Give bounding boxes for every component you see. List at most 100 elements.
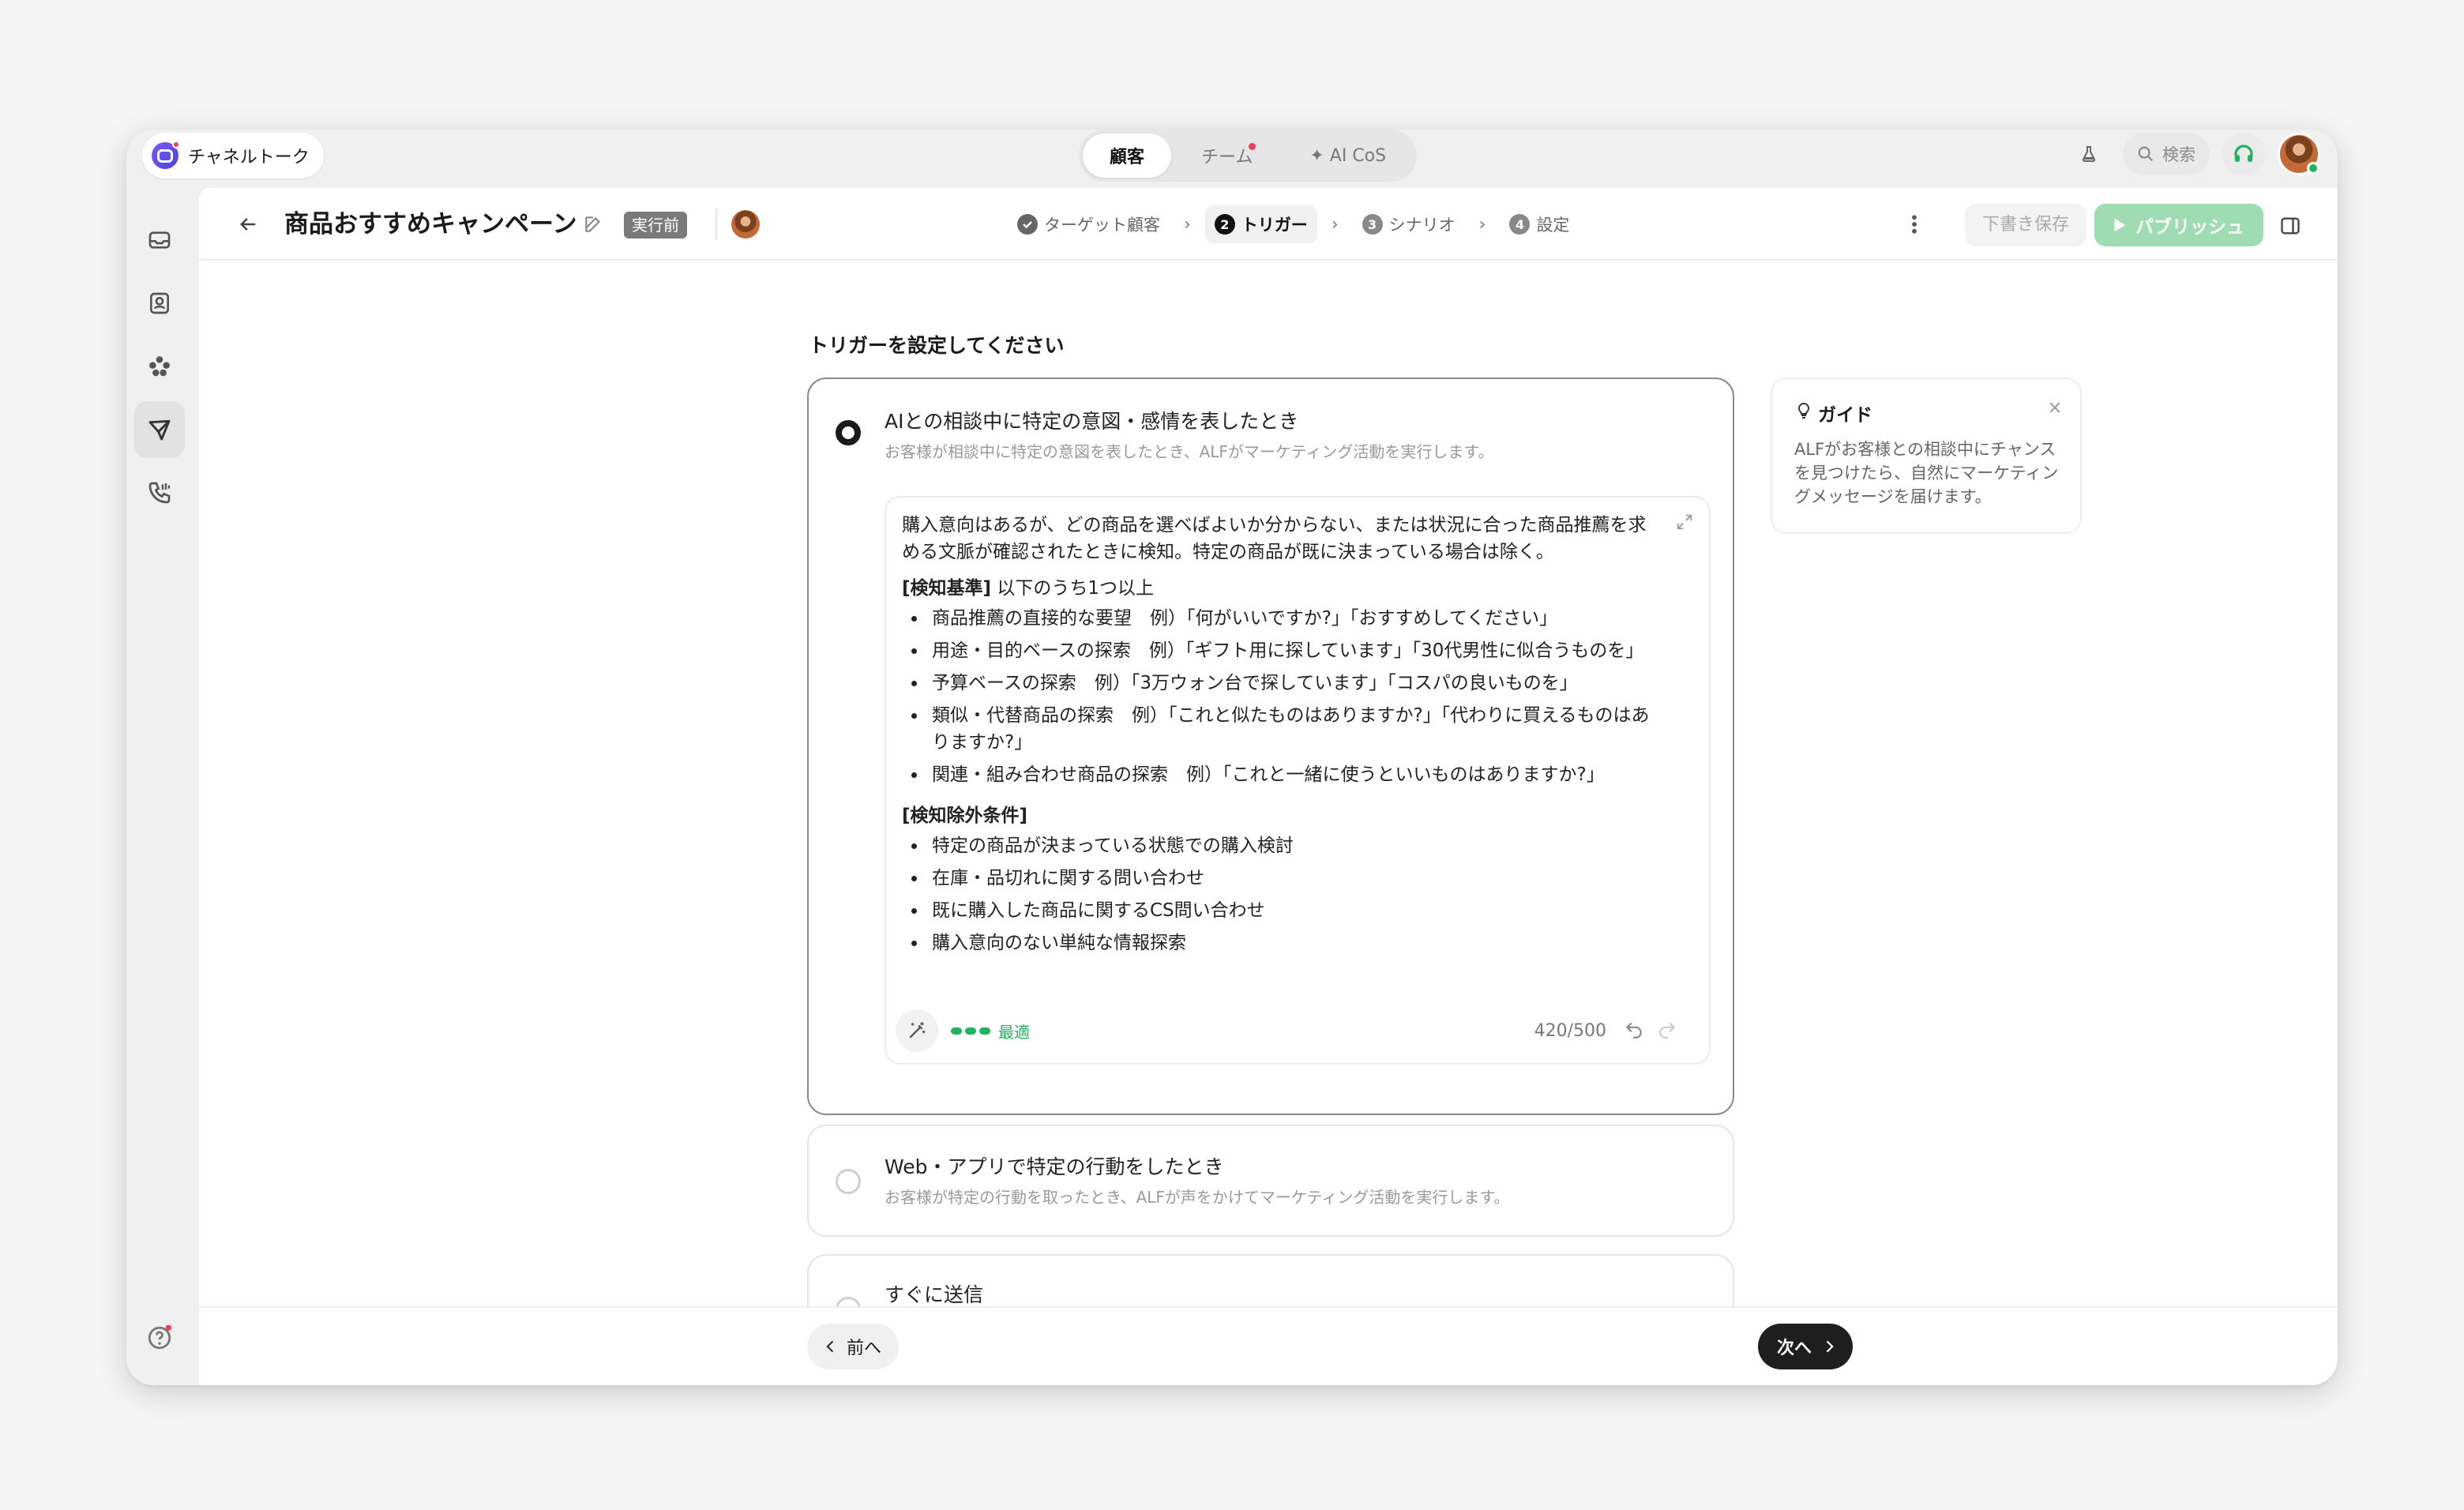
workspace-switcher[interactable]: チャネルトーク xyxy=(142,133,324,178)
view-switcher: 顧客 チーム ✦ AI CoS xyxy=(1079,130,1418,182)
close-guide-button[interactable] xyxy=(2047,400,2063,419)
list-item: 購入意向のない単純な情報探索 xyxy=(902,930,1660,956)
sidebar-item-inbox[interactable] xyxy=(134,212,185,269)
step-target-customers[interactable]: ターゲット顧客 xyxy=(1008,205,1170,243)
user-avatar[interactable] xyxy=(2278,133,2320,175)
step-number: 4 xyxy=(1509,214,1531,235)
publish-label: パブリッシュ xyxy=(2135,217,2244,238)
pencil-icon xyxy=(585,216,601,232)
quality-indicator xyxy=(951,1027,990,1035)
chevron-right-icon: › xyxy=(1184,214,1191,235)
exclusion-head: [検知除外条件] xyxy=(902,806,1028,826)
notification-dot xyxy=(172,141,180,148)
chevron-right-icon: › xyxy=(1331,214,1339,235)
step-label: 設定 xyxy=(1536,216,1570,235)
tab-team[interactable]: チーム xyxy=(1174,133,1279,178)
step-number: 2 xyxy=(1214,214,1235,235)
expand-button[interactable] xyxy=(1676,513,1693,534)
owner-avatar[interactable] xyxy=(731,210,760,239)
redo-icon xyxy=(1659,1022,1676,1039)
app-window: チャネルトーク 顧客 チーム ✦ AI CoS 検索 商品おすすめキャンペーン … xyxy=(126,130,2338,1385)
back-button[interactable] xyxy=(231,207,265,242)
radio-selected[interactable] xyxy=(836,420,861,445)
kebab-menu-icon xyxy=(1912,215,1917,234)
option-description: お客様が特定の行動を取ったとき、ALFが声をかけてマーケティング活動を実行します… xyxy=(885,1188,1510,1207)
guide-panel: ガイド ALFがお客様との相談中にチャンスを見つけたら、自然にマーケティングメッ… xyxy=(1771,378,2082,534)
publish-button[interactable]: パブリッシュ xyxy=(2094,204,2263,246)
step-label: トリガー xyxy=(1241,216,1308,235)
sidebar-item-calls[interactable] xyxy=(134,464,185,521)
toggle-side-panel-button[interactable] xyxy=(2274,210,2306,242)
magic-wand-icon xyxy=(909,1022,926,1039)
lab-flask-icon[interactable] xyxy=(2068,133,2110,175)
headset-icon[interactable] xyxy=(2222,133,2265,175)
sidebar-item-contacts[interactable] xyxy=(134,275,185,332)
lightbulb-icon xyxy=(1794,401,1813,423)
list-item: 在庫・品切れに関する問い合わせ xyxy=(902,865,1660,892)
channel-talk-logo-icon xyxy=(152,141,180,169)
tab-customers[interactable]: 顧客 xyxy=(1083,133,1172,178)
contacts-icon xyxy=(150,292,169,314)
step-number: 3 xyxy=(1362,214,1383,235)
tab-ai-cos-label: ✦ AI CoS xyxy=(1309,145,1387,166)
step-trigger[interactable]: 2 トリガー xyxy=(1204,205,1317,243)
redo-button[interactable] xyxy=(1657,1019,1677,1042)
step-label: ターゲット顧客 xyxy=(1044,216,1160,235)
list-item: 関連・組み合わせ商品の探索 例）「これと一緒に使うといいものはありますか?」 xyxy=(902,761,1660,788)
sidebar-item-settings[interactable] xyxy=(134,1373,185,1385)
previous-button[interactable]: 前へ xyxy=(807,1324,900,1369)
next-button[interactable]: 次へ xyxy=(1758,1324,1854,1369)
help-icon xyxy=(148,1324,172,1350)
option-title: AIとの相談中に特定の意図・感情を表したとき xyxy=(885,410,1299,433)
step-settings[interactable]: 4 設定 xyxy=(1500,205,1579,243)
phone-icon xyxy=(148,482,171,504)
page-title: 商品おすすめキャンペーン xyxy=(284,210,577,239)
char-count: 420/500 xyxy=(1534,1020,1606,1041)
sidebar-item-help[interactable] xyxy=(134,1309,185,1366)
top-bar: チャネルトーク 顧客 チーム ✦ AI CoS 検索 xyxy=(126,130,2338,188)
list-item: 類似・代替商品の探索 例）「これと似たものはありますか?」「代わりに買えるものは… xyxy=(902,702,1660,756)
save-draft-button[interactable]: 下書き保存 xyxy=(1965,204,2087,246)
trigger-option-web-action[interactable]: Web・アプリで特定の行動をしたとき お客様が特定の行動を取ったとき、ALFが声… xyxy=(807,1125,1734,1237)
search-icon xyxy=(2138,146,2154,162)
list-item: 商品推薦の直接的な要望 例）「何がいいですか?」「おすすめしてください」 xyxy=(902,605,1660,632)
list-item: 予算ベースの探索 例）「3万ウォン台で探しています」「コスパの良いものを」 xyxy=(902,670,1660,697)
brand-name: チャネルトーク xyxy=(188,148,310,167)
option-title: すぐに送信 xyxy=(885,1283,984,1306)
divider xyxy=(716,208,717,240)
radio-unselected[interactable] xyxy=(836,1169,861,1194)
previous-label: 前へ xyxy=(847,1339,882,1358)
tab-customers-label: 顧客 xyxy=(1110,148,1145,167)
chevron-right-icon: › xyxy=(1478,214,1486,235)
campaign-send-icon xyxy=(148,419,171,441)
unread-badge xyxy=(1249,143,1256,150)
tab-team-label: チーム xyxy=(1201,148,1253,167)
undo-icon xyxy=(1625,1022,1642,1039)
intent-prompt-editor[interactable]: 購入意向はあるが、どの商品を選べばよいか分からない、または状況に合った商品推薦を… xyxy=(885,496,1711,1065)
guide-title: ガイド xyxy=(1818,405,1872,426)
more-options-button[interactable] xyxy=(1897,207,1932,242)
main-panel: 商品おすすめキャンペーン 実行前 ターゲット顧客 › 2 トリガー › 3 シナ… xyxy=(199,188,2338,1385)
sidebar-item-integrations[interactable] xyxy=(134,338,185,395)
undo-button[interactable] xyxy=(1624,1019,1644,1042)
ai-improve-button[interactable] xyxy=(896,1009,938,1052)
edit-title-button[interactable] xyxy=(583,214,603,238)
search-button[interactable]: 検索 xyxy=(2123,133,2210,175)
wizard-footer: 前へ 次へ xyxy=(199,1306,2338,1385)
option-title: Web・アプリで特定の行動をしたとき xyxy=(885,1155,1224,1178)
play-icon xyxy=(2114,218,2126,232)
arrow-left-icon xyxy=(240,218,256,231)
inbox-icon xyxy=(148,231,171,249)
status-badge: 実行前 xyxy=(624,212,687,239)
step-scenario[interactable]: 3 シナリオ xyxy=(1353,205,1465,243)
sidebar-item-campaigns[interactable] xyxy=(134,401,185,458)
online-status-dot xyxy=(2307,162,2319,175)
criteria-list: 商品推薦の直接的な要望 例）「何がいいですか?」「おすすめしてください」 用途・… xyxy=(902,605,1693,788)
section-title: トリガーを設定してください xyxy=(809,334,1065,357)
top-right-tools: 検索 xyxy=(2068,133,2320,175)
chevron-left-icon xyxy=(826,1340,834,1353)
tab-ai-cos[interactable]: ✦ AI CoS xyxy=(1283,133,1413,178)
step-navigator: ターゲット顧客 › 2 トリガー › 3 シナリオ › 4 設定 xyxy=(1008,205,1579,243)
check-circle-icon xyxy=(1017,214,1038,235)
trigger-option-ai-intent[interactable]: AIとの相談中に特定の意図・感情を表したとき お客様が相談中に特定の意図を表した… xyxy=(807,378,1734,1115)
